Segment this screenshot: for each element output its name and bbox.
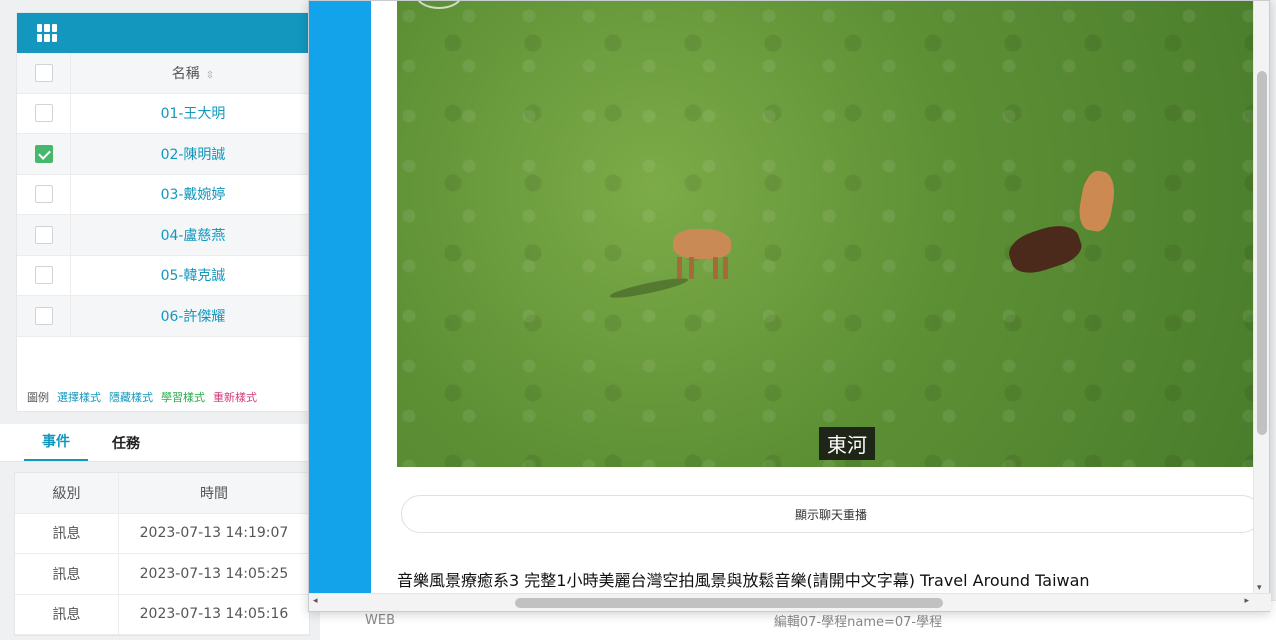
- cow-leg: [723, 257, 728, 279]
- select-all-cell: [17, 53, 71, 93]
- tab-tasks[interactable]: 任務: [112, 433, 140, 461]
- row-check-cell: [17, 134, 71, 174]
- video-title: 音樂風景療癒系3 完整1小時美麗台灣空拍風景與放鬆音樂(請開中文字幕) Trav…: [397, 571, 1090, 590]
- log-row[interactable]: 訊息 2023-07-13 14:19:07: [15, 513, 309, 554]
- scroll-left-arrow-icon[interactable]: ◂: [313, 596, 318, 606]
- row-checkbox[interactable]: [34, 306, 53, 325]
- log-time: 2023-07-13 14:05:25: [139, 565, 289, 582]
- background-web-cell: WEB: [365, 613, 395, 628]
- row-check-cell: [17, 174, 71, 214]
- row-check-cell: [17, 296, 71, 336]
- cow-figure: [673, 229, 731, 279]
- table-row[interactable]: 04-盧慈燕: [17, 215, 315, 256]
- legend: 圖例 選擇樣式 隱藏樣式 學習樣式 重新樣式: [27, 389, 257, 405]
- log-level: 訊息: [15, 594, 119, 634]
- sort-icon[interactable]: ⇳: [206, 70, 214, 81]
- log-time: 2023-07-13 14:19:07: [139, 525, 289, 542]
- legend-item-hide: 隱藏樣式: [109, 391, 153, 404]
- row-name[interactable]: 01-王大明: [71, 103, 315, 123]
- row-checkbox[interactable]: [34, 104, 53, 123]
- log-row[interactable]: 訊息 2023-07-13 14:05:16: [15, 594, 309, 635]
- screen: 名稱 ⇳ 01-王大明 02-陳明誠 03-戴婉婷 04-盧慈燕 05-韓克誠 0…: [0, 0, 1276, 640]
- row-name[interactable]: 02-陳明誠: [71, 144, 315, 164]
- row-checkbox[interactable]: [34, 266, 53, 285]
- video-player[interactable]: 東河: [397, 1, 1253, 467]
- legend-item-label: 圖例: [27, 391, 49, 404]
- list-panel: 名稱 ⇳ 01-王大明 02-陳明誠 03-戴婉婷 04-盧慈燕 05-韓克誠 0…: [16, 12, 316, 412]
- level-column-header[interactable]: 級別: [15, 473, 119, 513]
- horizontal-scrollbar[interactable]: ◂ ▸: [309, 593, 1271, 611]
- table-row[interactable]: 06-許傑耀: [17, 296, 315, 337]
- log-level: 訊息: [15, 513, 119, 553]
- row-name[interactable]: 05-韓克誠: [71, 265, 315, 285]
- grass-texture: [397, 1, 1253, 467]
- row-check-cell: [17, 255, 71, 295]
- vertical-scroll-thumb[interactable]: [1257, 71, 1267, 435]
- row-name[interactable]: 06-許傑耀: [71, 306, 315, 326]
- grid-icon[interactable]: [37, 24, 57, 42]
- popup-side-strip: [309, 1, 371, 595]
- row-checkbox[interactable]: [34, 225, 53, 244]
- background-text-cell: 編輯07-學程name=07-學程: [773, 615, 943, 630]
- row-checkbox-checked[interactable]: [34, 144, 53, 163]
- log-time: 2023-07-13 14:05:16: [139, 606, 289, 623]
- log-header-row: 級別 時間: [15, 473, 309, 514]
- table-row[interactable]: 05-韓克誠: [17, 255, 315, 296]
- row-check-cell: [17, 215, 71, 255]
- event-log-table: 級別 時間 訊息 2023-07-13 14:19:07 訊息 2023-07-…: [14, 472, 310, 636]
- table-header-row: 名稱 ⇳: [17, 53, 315, 94]
- show-chat-replay-button[interactable]: 顯示聊天重播: [401, 495, 1261, 533]
- row-checkbox[interactable]: [34, 185, 53, 204]
- scroll-right-arrow-icon[interactable]: ▸: [1244, 596, 1249, 606]
- row-name[interactable]: 03-戴婉婷: [71, 184, 315, 204]
- name-column-header[interactable]: 名稱 ⇳: [71, 63, 315, 83]
- row-name[interactable]: 04-盧慈燕: [71, 225, 315, 245]
- tab-events[interactable]: 事件: [24, 431, 88, 461]
- legend-item-select: 選擇樣式: [57, 391, 101, 404]
- legend-item-learn: 學習樣式: [161, 391, 205, 404]
- table-row[interactable]: 01-王大明: [17, 93, 315, 134]
- time-column-header[interactable]: 時間: [119, 483, 309, 503]
- video-popup-window: 東河 顯示聊天重播 音樂風景療癒系3 完整1小時美麗台灣空拍風景與放鬆音樂(請開…: [308, 0, 1271, 612]
- select-all-checkbox[interactable]: [34, 63, 53, 82]
- name-header-label: 名稱: [171, 65, 200, 82]
- video-subtitle: 東河: [819, 427, 875, 460]
- table-row[interactable]: 03-戴婉婷: [17, 174, 315, 215]
- horizontal-scroll-thumb[interactable]: [515, 598, 943, 608]
- log-row[interactable]: 訊息 2023-07-13 14:05:25: [15, 554, 309, 595]
- log-level: 訊息: [15, 554, 119, 594]
- vertical-scrollbar[interactable]: ▾: [1253, 1, 1269, 595]
- table-row[interactable]: 02-陳明誠: [17, 134, 315, 175]
- cow-leg: [689, 257, 694, 279]
- row-check-cell: [17, 93, 71, 133]
- cow-leg: [713, 257, 718, 279]
- event-tabs: 事件 任務: [0, 424, 310, 462]
- panel-header: [17, 13, 315, 53]
- scroll-down-arrow-icon[interactable]: ▾: [1257, 583, 1262, 593]
- cow-leg: [677, 257, 682, 279]
- legend-item-reset: 重新樣式: [213, 391, 257, 404]
